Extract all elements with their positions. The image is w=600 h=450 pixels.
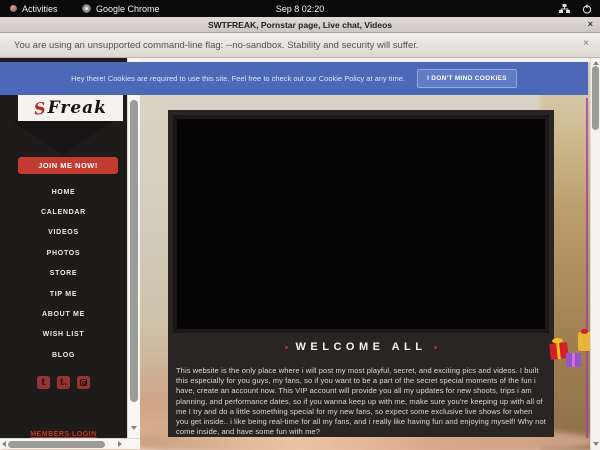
activities-button[interactable]: Activities [10, 0, 58, 17]
instagram-camera-glyph [80, 379, 87, 386]
welcome-paragraph: This website is the only place where i w… [176, 366, 546, 437]
instagram-icon[interactable] [77, 376, 90, 389]
activities-icon [10, 5, 17, 12]
cookie-banner: Hey there! Cookies are required to use t… [0, 62, 588, 95]
page-scroll-up-arrow-icon[interactable] [593, 61, 599, 65]
sidebar-vertical-scrollbar[interactable] [127, 58, 140, 438]
gifts-widget[interactable] [549, 332, 591, 382]
window-title: SWTFREAK, Pornstar page, Live chat, Vide… [208, 20, 392, 30]
sidebar-vertical-scroll-thumb[interactable] [130, 100, 138, 402]
sidebar: S Freak JOIN ME NOW! HOME CALENDAR VIDEO… [0, 58, 127, 438]
page-vertical-scrollbar[interactable] [590, 58, 600, 450]
sidebar-scroll-down-arrow-icon[interactable] [131, 426, 137, 430]
system-tray [559, 0, 592, 17]
sidebar-item-store[interactable]: STORE [0, 264, 127, 284]
sidebar-item-calendar[interactable]: CALENDAR [0, 202, 127, 222]
social-links: t t. [0, 376, 127, 389]
members-login-link[interactable]: MEMBERS LOGIN [30, 431, 96, 438]
video-player[interactable] [173, 115, 549, 333]
sidebar-item-photos[interactable]: PHOTOS [0, 243, 127, 263]
join-me-now-button[interactable]: JOIN ME NOW! [18, 157, 118, 174]
system-top-bar: Activities Google Chrome Sep 8 02:20 [0, 0, 600, 17]
clock[interactable]: Sep 8 02:20 [276, 0, 325, 17]
sidebar-item-about-me[interactable]: ABOUT ME [0, 304, 127, 324]
cookie-message: Hey there! Cookies are required to use t… [71, 74, 405, 83]
page-viewport: S Freak JOIN ME NOW! HOME CALENDAR VIDEO… [0, 58, 600, 450]
app-menu-label: Google Chrome [96, 4, 160, 14]
sidebar-menu: HOME CALENDAR VIDEOS PHOTOS STORE TIP ME… [0, 182, 127, 366]
sidebar-item-videos[interactable]: VIDEOS [0, 223, 127, 243]
page-scroll-down-arrow-icon[interactable] [593, 442, 599, 446]
activities-label: Activities [22, 4, 58, 14]
sidebar-item-tip-me[interactable]: TIP ME [0, 284, 127, 304]
gift-purple-icon [566, 353, 581, 367]
welcome-heading-row: WELCOME ALL [168, 341, 554, 353]
heading-bullet-icon [434, 346, 437, 349]
window-close-icon[interactable]: × [588, 19, 593, 29]
chrome-icon [82, 4, 91, 13]
main-content-panel: WELCOME ALL This website is the only pla… [168, 110, 554, 437]
sidebar-chevron-decoration [12, 121, 114, 155]
heading-bullet-icon [285, 346, 288, 349]
sidebar-item-wish-list[interactable]: WISH LIST [0, 325, 127, 345]
twitter-icon[interactable]: t [37, 376, 50, 389]
power-icon[interactable] [582, 4, 592, 14]
sidebar-scroll-right-arrow-icon[interactable] [118, 441, 122, 447]
sidebar-item-blog[interactable]: BLOG [0, 345, 127, 365]
sidebar-horizontal-scroll-thumb[interactable] [8, 441, 105, 448]
cookie-accept-button[interactable]: I DON'T MIND COOKIES [417, 69, 517, 88]
sidebar-horizontal-scrollbar[interactable] [0, 438, 140, 449]
site-logo-prefix: S [33, 98, 46, 118]
page-accent-line [586, 98, 588, 438]
app-menu-google-chrome[interactable]: Google Chrome [82, 0, 160, 17]
welcome-heading: WELCOME ALL [296, 341, 427, 353]
page-scroll-thumb[interactable] [592, 66, 599, 130]
network-icon[interactable] [559, 4, 570, 14]
infobar-close-icon[interactable]: × [583, 38, 589, 49]
infobar-message: You are using an unsupported command-lin… [14, 40, 419, 51]
tumblr-icon[interactable]: t. [57, 376, 70, 389]
desktop-screen: Activities Google Chrome Sep 8 02:20 SWT… [0, 0, 600, 450]
sidebar-item-home[interactable]: HOME [0, 182, 127, 202]
sidebar-scroll-left-arrow-icon[interactable] [2, 441, 6, 447]
chrome-infobar: You are using an unsupported command-lin… [0, 33, 600, 58]
window-title-bar: SWTFREAK, Pornstar page, Live chat, Vide… [0, 17, 600, 33]
clock-label: Sep 8 02:20 [276, 4, 325, 14]
site-logo-text: Freak [48, 98, 107, 118]
